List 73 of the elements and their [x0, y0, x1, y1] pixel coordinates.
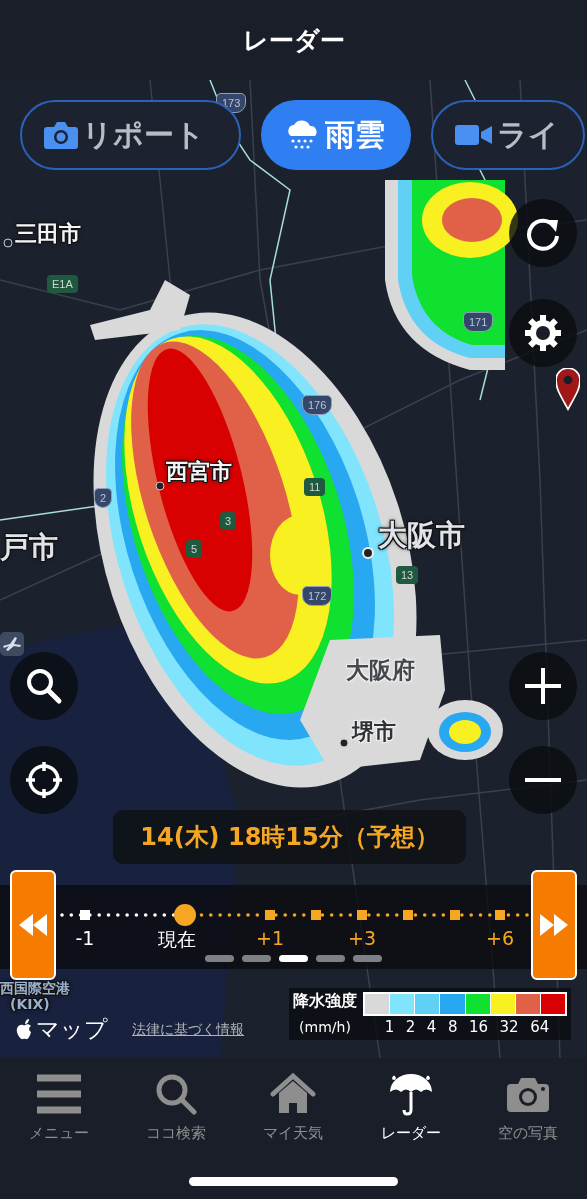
forecast-time-label: 14(木) 18時15分（予想）	[113, 810, 466, 864]
screen-title: レーダー	[242, 24, 345, 57]
page-indicator[interactable]	[316, 955, 345, 962]
fast-forward-icon	[540, 914, 568, 936]
time-step-marker[interactable]	[357, 910, 367, 920]
maps-label: マップ	[36, 1015, 108, 1044]
legend-value: 16	[468, 1017, 489, 1038]
tab-bar-item[interactable]: 空の写真	[473, 1072, 584, 1143]
place-label: 戸市	[0, 532, 58, 564]
time-step-label[interactable]: -1	[55, 927, 115, 949]
legend-value: 64	[530, 1017, 550, 1038]
route-number: 13	[396, 566, 419, 584]
camera-icon	[44, 120, 78, 150]
settings-icon	[523, 313, 563, 353]
route-number: 11	[304, 478, 326, 496]
legend-value: 2	[405, 1017, 416, 1038]
time-step-label[interactable]: +1	[240, 927, 300, 949]
tab-bar-item[interactable]: ココ検索	[121, 1072, 232, 1143]
menu-icon	[36, 1072, 81, 1116]
home-icon	[270, 1072, 317, 1116]
route-number: 172	[302, 586, 333, 606]
place-label: 西宮市	[166, 460, 232, 485]
place-label: (KIX)	[10, 997, 50, 1013]
route-number: E1A	[47, 275, 78, 293]
airplane-icon	[0, 632, 24, 656]
legend-value: 1	[384, 1017, 395, 1038]
legend-value: 4	[426, 1017, 437, 1038]
legal-info-link[interactable]: 法律に基づく情報	[132, 1020, 244, 1039]
time-step-marker[interactable]	[265, 910, 275, 920]
city-marker-icon	[339, 738, 349, 748]
place-label: 西国際空港	[0, 981, 70, 997]
route-number: 5	[186, 540, 203, 558]
route-number: 176	[302, 395, 333, 415]
fast-forward-button[interactable]	[531, 870, 577, 980]
place-label: 三田市	[15, 222, 81, 247]
page-indicator[interactable]	[353, 955, 382, 962]
time-step-marker[interactable]	[80, 910, 90, 920]
current-time-handle[interactable]	[174, 904, 196, 926]
crosshair-icon	[24, 760, 64, 800]
route-number: 171	[463, 312, 494, 332]
layer-tab[interactable]: ライ	[431, 100, 585, 170]
plus-icon	[523, 666, 563, 706]
time-step-label[interactable]: 現在	[147, 927, 207, 953]
legend-value: 32	[499, 1017, 519, 1038]
city-marker-icon	[3, 238, 13, 248]
tab-bar-item[interactable]: メニュー	[3, 1072, 114, 1143]
layer-tab[interactable]: 雨雲	[261, 100, 411, 170]
time-step-label[interactable]: +3	[332, 927, 392, 949]
legend-title: 降水強度	[293, 990, 357, 1012]
page-indicator[interactable]	[205, 955, 234, 962]
apple-logo-icon	[16, 1018, 34, 1041]
page-indicator[interactable]	[242, 955, 271, 962]
place-label: 大阪府	[346, 658, 415, 684]
minus-icon	[523, 777, 563, 783]
rewind-button[interactable]	[10, 870, 56, 980]
video-camera-icon	[455, 123, 493, 147]
rewind-icon	[19, 914, 47, 936]
time-step-label[interactable]: +6	[470, 927, 530, 949]
tab-bar-item[interactable]: マイ天気	[238, 1072, 349, 1143]
umbrella-icon	[387, 1072, 434, 1116]
city-marker-icon	[362, 547, 374, 559]
location-pin-icon	[556, 368, 580, 411]
search-icon	[25, 667, 63, 705]
city-marker-icon	[155, 481, 165, 491]
legend-value: 8	[447, 1017, 458, 1038]
tab-bar-item[interactable]: レーダー	[355, 1072, 466, 1143]
legend-unit: (mm/h)	[298, 1018, 352, 1037]
page-indicator[interactable]	[279, 955, 308, 962]
route-number: 2	[94, 488, 113, 508]
place-label: 堺市	[352, 720, 396, 745]
search-icon	[155, 1072, 198, 1116]
time-step-marker[interactable]	[495, 910, 505, 920]
route-number: 3	[220, 512, 237, 530]
